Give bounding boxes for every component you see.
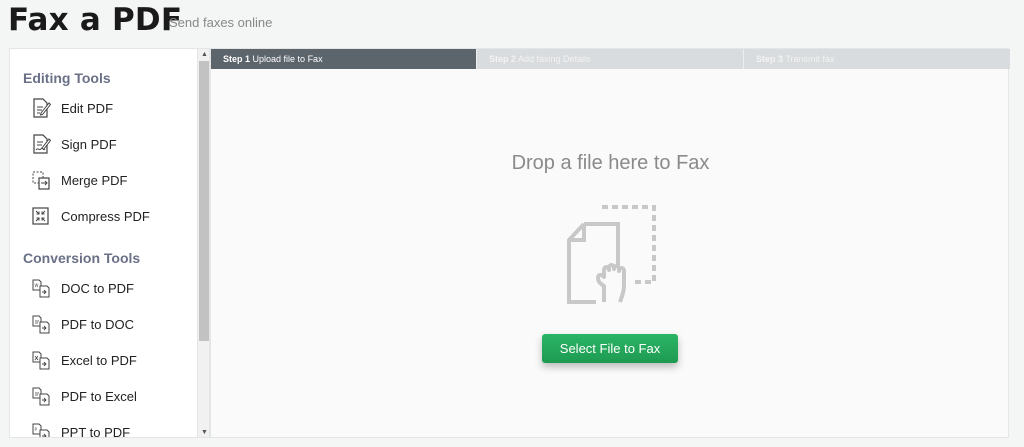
step-number: Step 2	[489, 54, 517, 64]
sidebar-item-excel-to-pdf[interactable]: Excel to PDF	[10, 347, 197, 375]
step-number: Step 1	[223, 54, 251, 64]
sidebar-item-merge-pdf[interactable]: Merge PDF	[10, 167, 197, 195]
section-title-editing-tools: Editing Tools	[23, 70, 111, 86]
sidebar-item-label: Compress PDF	[61, 209, 150, 224]
sidebar-item-sign-pdf[interactable]: Sign PDF	[10, 131, 197, 159]
convert-icon	[32, 387, 50, 406]
sidebar-item-edit-pdf[interactable]: Edit PDF	[10, 95, 197, 123]
sidebar-item-label: Sign PDF	[61, 137, 117, 152]
sidebar-item-pdf-to-doc[interactable]: PDF to DOC	[10, 311, 197, 339]
step-2: Step 2 Add faxing Details	[476, 49, 743, 69]
sidebar-item-label: PDF to DOC	[61, 317, 134, 332]
sidebar-item-label: PPT to PDF	[61, 425, 131, 438]
sidebar-item-label: Excel to PDF	[61, 353, 137, 368]
sidebar-item-label: DOC to PDF	[61, 281, 134, 296]
scroll-up-arrow-icon[interactable]: ▲	[198, 49, 209, 61]
convert-icon: W	[32, 279, 50, 298]
compress-pdf-icon	[32, 207, 49, 225]
select-file-button[interactable]: Select File to Fax	[542, 334, 678, 363]
sidebar-item-label: Edit PDF	[61, 101, 114, 116]
drag-file-icon	[567, 205, 656, 304]
merge-pdf-icon	[32, 171, 50, 190]
step-label: Add faxing Details	[518, 54, 591, 64]
sidebar-item-compress-pdf[interactable]: Compress PDF	[10, 203, 197, 231]
convert-icon	[32, 351, 50, 370]
step-progress-bar: Step 1 Upload file to Fax Step 2 Add fax…	[211, 49, 1010, 69]
page-subtitle: Send faxes online	[169, 15, 273, 30]
edit-pdf-icon	[33, 98, 51, 118]
convert-icon	[32, 315, 50, 334]
upload-panel: Step 1 Upload file to Fax Step 2 Add fax…	[210, 48, 1010, 438]
step-3: Step 3 Transmit fax	[743, 49, 1010, 69]
sidebar-item-ppt-to-pdf[interactable]: P PPT to PDF	[10, 419, 197, 438]
scroll-down-arrow-icon[interactable]: ▼	[198, 427, 209, 437]
sign-pdf-icon	[33, 134, 51, 154]
sidebar-item-label: PDF to Excel	[61, 389, 137, 404]
drop-zone-text: Drop a file here to Fax	[511, 152, 710, 174]
step-number: Step 3	[756, 54, 784, 64]
page-title: Fax a PDF	[8, 2, 183, 38]
step-label: Upload file to Fax	[252, 54, 323, 64]
step-label: Transmit fax	[785, 54, 835, 64]
section-title-conversion-tools: Conversion Tools	[23, 250, 141, 266]
scrollbar-thumb[interactable]	[199, 61, 209, 341]
sidebar-scrollbar[interactable]: ▲ ▼	[197, 49, 209, 437]
step-1: Step 1 Upload file to Fax	[211, 49, 476, 69]
sidebar-item-pdf-to-excel[interactable]: PDF to Excel	[10, 383, 197, 411]
sidebar-item-label: Merge PDF	[61, 173, 128, 188]
svg-text:W: W	[35, 283, 39, 288]
convert-icon: P	[32, 423, 50, 437]
header: Fax a PDF Send faxes online	[0, 0, 1024, 46]
sidebar: Editing Tools Edit PDF Sign PDF Merge PD…	[9, 48, 210, 438]
sidebar-item-doc-to-pdf[interactable]: W DOC to PDF	[10, 275, 197, 303]
